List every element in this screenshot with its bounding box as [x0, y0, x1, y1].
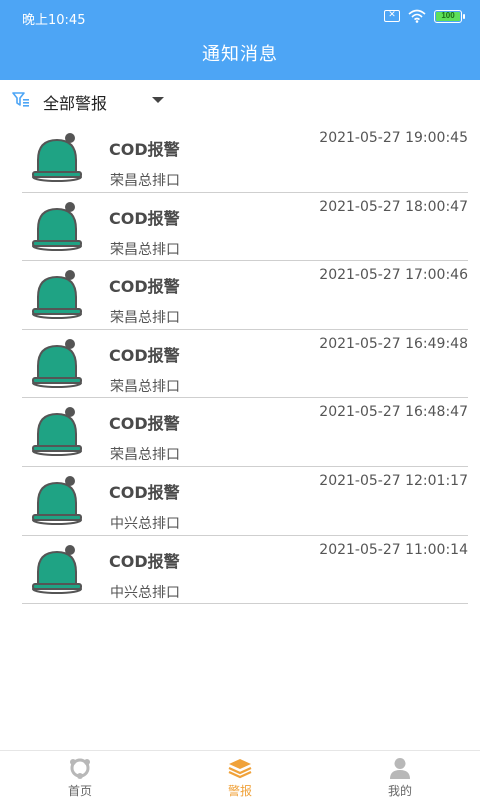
user-icon — [390, 758, 410, 779]
alert-time: 2021-05-27 17:00:46 — [319, 267, 468, 284]
filter-label: 全部警报 — [43, 94, 108, 113]
bell-icon — [32, 475, 82, 525]
alert-item[interactable]: COD报警荣昌总排口 2021-05-27 16:49:48 — [22, 330, 468, 399]
alert-title: COD报警 — [109, 140, 180, 159]
alert-title: COD报警 — [109, 551, 180, 571]
alert-location: 荣昌总排口 — [110, 241, 180, 258]
alert-time: 2021-05-27 19:00:45 — [319, 130, 468, 146]
alert-title: COD报警 — [109, 482, 180, 502]
bell-icon — [32, 270, 82, 320]
alert-time: 2021-05-27 16:49:48 — [319, 335, 468, 352]
alert-item[interactable]: COD报警中兴总排口 2021-05-27 11:00:14 — [22, 536, 468, 605]
nav-tab-alerts[interactable]: 警报 — [160, 751, 320, 800]
bell-icon — [32, 133, 82, 182]
no-sim-icon: ✕ — [384, 10, 400, 22]
nav-tab-profile[interactable]: 我的 — [320, 751, 480, 800]
bell-icon — [32, 338, 82, 388]
alert-time: 2021-05-27 11:00:14 — [319, 541, 468, 558]
alert-item[interactable]: COD报警中兴总排口 2021-05-27 12:01:17 — [22, 467, 468, 536]
alert-item[interactable]: COD报警荣昌总排口 2021-05-27 17:00:46 — [22, 261, 468, 330]
nav-label-profile: 我的 — [387, 784, 412, 798]
header: 晚上10:45 ✕ 100 通知消息 — [0, 0, 480, 80]
alert-item[interactable]: COD报警荣昌总排口 2021-05-27 19:00:45 — [22, 124, 468, 193]
alert-title: COD报警 — [109, 345, 180, 365]
nav-label-alerts: 警报 — [227, 784, 252, 798]
status-bar: 晚上10:45 ✕ 100 — [0, 0, 480, 34]
alert-title: COD报警 — [109, 277, 180, 297]
alert-item[interactable]: COD报警荣昌总排口 2021-05-27 16:48:47 — [22, 398, 468, 467]
caret-down-icon — [152, 97, 164, 103]
alert-location: 中兴总排口 — [110, 515, 180, 532]
screen: 晚上10:45 ✕ 100 通知消息 全部警报 COD报警 荣昌总排口 2021… — [0, 0, 480, 800]
alert-location: 荣昌总排口 — [110, 310, 180, 327]
alert-title: COD报警 — [109, 208, 180, 228]
bell-icon — [32, 407, 82, 457]
status-time: 晚上10:45 — [22, 13, 86, 28]
battery-level: 100 — [436, 11, 460, 21]
alert-time: 2021-05-27 18:00:47 — [319, 198, 468, 215]
status-icons: ✕ 100 — [384, 9, 465, 23]
alert-location: 荣昌总排口 — [110, 378, 180, 395]
bell-icon — [32, 544, 82, 594]
alert-time: 2021-05-27 16:48:47 — [319, 404, 468, 421]
battery-icon: 100 — [434, 9, 465, 23]
alert-title: COD报警 — [109, 414, 180, 434]
alert-list: COD报警 荣昌总排口 2021-05-27 19:00:45 COD报警 荣昌总排口 2… — [22, 124, 468, 605]
alert-item[interactable]: COD报警荣昌总排口 2021-05-27 18:00:47 — [22, 193, 468, 262]
nav-label-home: 首页 — [67, 784, 92, 798]
alert-time: 2021-05-27 12:01:17 — [319, 472, 468, 489]
page-title: 通知消息 — [202, 44, 278, 65]
filter-dropdown[interactable]: 全部警报 — [0, 82, 480, 118]
wifi-icon — [408, 9, 426, 23]
home-icon — [70, 758, 90, 779]
nav-tab-home[interactable]: 首页 — [0, 751, 160, 800]
bottom-nav: 首页 警报 我的 — [0, 750, 480, 800]
layers-icon — [228, 759, 252, 779]
alert-location: 荣昌总排口 — [110, 447, 180, 464]
filter-icon — [12, 92, 29, 107]
alert-location: 中兴总排口 — [110, 584, 180, 601]
bell-icon — [32, 201, 82, 251]
alert-location: 荣昌总排口 — [110, 173, 180, 189]
